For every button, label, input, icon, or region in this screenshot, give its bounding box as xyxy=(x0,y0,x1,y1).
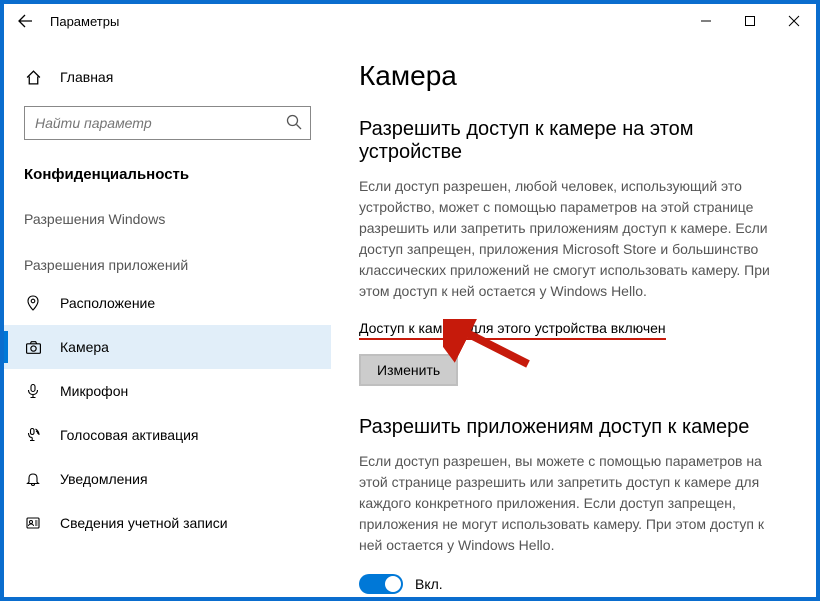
maximize-icon xyxy=(744,15,756,27)
bell-icon xyxy=(24,471,42,487)
search-input[interactable] xyxy=(24,106,311,140)
main-panel: Камера Разрешить доступ к камере на этом… xyxy=(331,38,816,597)
section-app-access-desc: Если доступ разрешен, вы можете с помощь… xyxy=(359,451,788,556)
sidebar-item-label: Голосовая активация xyxy=(60,427,199,443)
change-button[interactable]: Изменить xyxy=(359,354,458,386)
voice-icon xyxy=(24,427,42,443)
maximize-button[interactable] xyxy=(728,4,772,38)
toggle-knob-icon xyxy=(385,576,401,592)
location-icon xyxy=(24,295,42,311)
window-title: Параметры xyxy=(50,14,119,29)
sidebar-item-label: Камера xyxy=(60,339,109,355)
sidebar-item-location[interactable]: Расположение xyxy=(4,281,331,325)
minimize-icon xyxy=(700,15,712,27)
home-nav[interactable]: Главная xyxy=(4,58,331,96)
back-button[interactable] xyxy=(10,13,40,29)
close-button[interactable] xyxy=(772,4,816,38)
page-title: Камера xyxy=(359,60,788,92)
sidebar-item-notifications[interactable]: Уведомления xyxy=(4,457,331,501)
account-icon xyxy=(24,515,42,531)
settings-window: Параметры Главная xyxy=(0,0,820,601)
toggle-label: Вкл. xyxy=(415,576,443,592)
sidebar-item-label: Расположение xyxy=(60,295,155,311)
minimize-button[interactable] xyxy=(684,4,728,38)
content-area: Главная Конфиденциальность Разрешения Wi… xyxy=(4,38,816,597)
app-access-toggle-row: Вкл. xyxy=(359,574,788,594)
device-access-status: Доступ к камере для этого устройства вкл… xyxy=(359,320,666,340)
category-privacy: Конфиденциальность xyxy=(4,156,331,193)
sidebar-item-voice-activation[interactable]: Голосовая активация xyxy=(4,413,331,457)
home-icon xyxy=(24,69,42,86)
subheader-windows-permissions[interactable]: Разрешения Windows xyxy=(4,193,331,237)
home-label: Главная xyxy=(60,69,113,85)
microphone-icon xyxy=(24,383,42,399)
app-access-toggle[interactable] xyxy=(359,574,403,594)
search-icon xyxy=(285,113,303,131)
search-container xyxy=(24,106,311,140)
window-controls xyxy=(684,4,816,38)
sidebar-item-label: Сведения учетной записи xyxy=(60,515,228,531)
close-icon xyxy=(788,15,800,27)
sidebar-item-microphone[interactable]: Микрофон xyxy=(4,369,331,413)
sidebar-item-label: Уведомления xyxy=(60,471,148,487)
section-app-access-heading: Разрешить приложениям доступ к камере xyxy=(359,416,788,439)
sidebar-item-account-info[interactable]: Сведения учетной записи xyxy=(4,501,331,545)
sidebar-item-label: Микрофон xyxy=(60,383,128,399)
sidebar-item-camera[interactable]: Камера xyxy=(4,325,331,369)
back-arrow-icon xyxy=(17,13,33,29)
sidebar: Главная Конфиденциальность Разрешения Wi… xyxy=(4,38,331,597)
camera-icon xyxy=(24,339,42,356)
section-device-access-heading: Разрешить доступ к камере на этом устрой… xyxy=(359,118,788,164)
section-device-access-desc: Если доступ разрешен, любой человек, исп… xyxy=(359,176,788,302)
title-bar: Параметры xyxy=(4,4,816,38)
subheader-app-permissions: Разрешения приложений xyxy=(4,237,331,281)
